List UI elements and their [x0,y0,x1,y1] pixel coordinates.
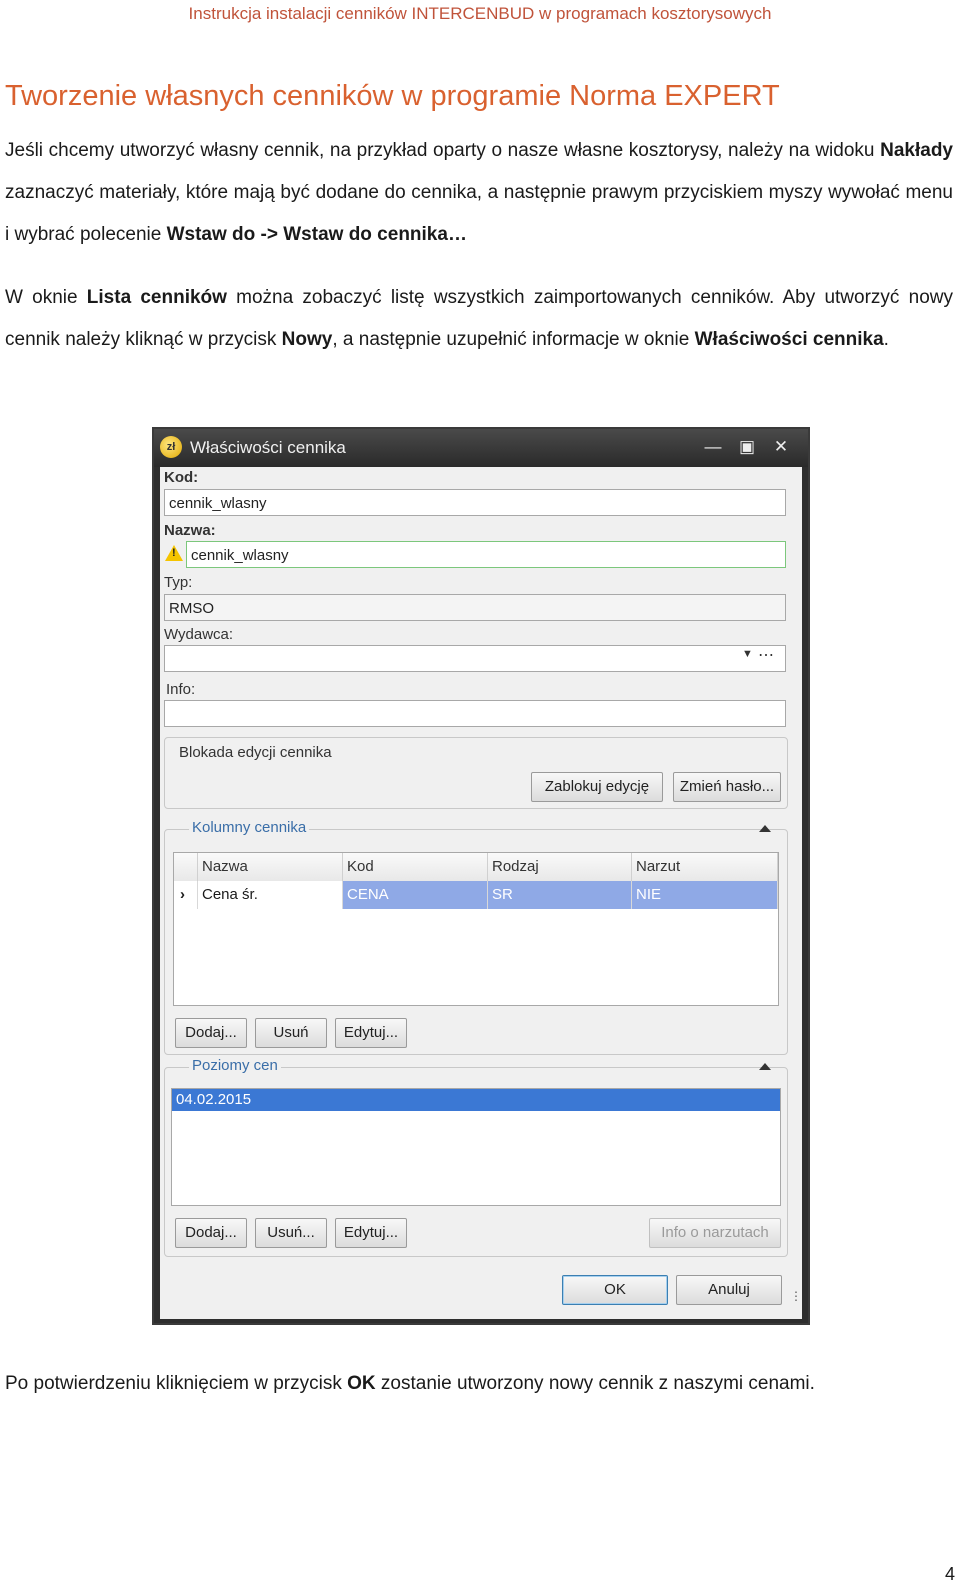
lock-group: Blokada edycji cennika Zablokuj edycję Z… [164,737,788,809]
price-levels-list: 04.02.2015 [171,1088,781,1206]
lock-edit-button[interactable]: Zablokuj edycję [531,772,663,802]
minimize-icon[interactable]: — [700,435,726,459]
column-add-button[interactable]: Dodaj... [175,1018,247,1048]
ok-button[interactable]: OK [562,1275,668,1305]
typ-field[interactable]: RMSO [164,594,786,621]
dialog-titlebar: zł Właściwości cennika — ▣ ✕ [154,429,808,467]
column-header[interactable]: Nazwa [198,853,343,881]
info-field[interactable] [164,700,786,727]
nazwa-label: Nazwa: [164,522,216,539]
paragraph-3: Po potwierdzeniu kliknięciem w przycisk … [5,1373,815,1394]
columns-grid: Nazwa Kod Rodzaj Narzut › Cena śr. CENA … [173,852,779,1006]
level-remove-button[interactable]: Usuń... [255,1218,327,1248]
cancel-button[interactable]: Anuluj [676,1275,782,1305]
dropdown-arrow-icon[interactable]: ▼ [742,648,753,660]
ellipsis-icon[interactable]: ⋯ [758,645,774,665]
change-password-button[interactable]: Zmień hasło... [673,772,781,802]
lock-group-title: Blokada edycji cennika [179,744,332,761]
column-header[interactable]: Kod [343,853,488,881]
kod-label: Kod: [164,469,199,486]
close-icon[interactable]: ✕ [768,435,794,459]
paragraph-1: Jeśli chcemy utworzyć własny cennik, na … [5,140,953,245]
dialog-title: Właściwości cennika [190,438,346,457]
columns-group: Kolumny cennika Nazwa Kod Rodzaj Narzut … [164,819,788,1055]
collapse-levels-icon[interactable] [759,1063,771,1070]
info-label: Info: [166,681,196,698]
resize-grip-icon[interactable]: ⋮ [790,1290,802,1302]
kod-field[interactable]: cennik_wlasny [164,489,786,516]
column-remove-button[interactable]: Usuń [255,1018,327,1048]
page-number: 4 [945,1564,956,1584]
table-cell[interactable]: Cena śr. [198,881,343,909]
list-item[interactable]: 04.02.2015 [172,1089,780,1111]
level-add-button[interactable]: Dodaj... [175,1218,247,1248]
table-cell[interactable]: SR [488,881,632,909]
price-levels-group: Poziomy cen 04.02.2015 Dodaj... Usuń... … [164,1057,788,1257]
dialog-body: Kod: cennik_wlasny Nazwa: ! cennik_wlasn… [160,467,802,1319]
collapse-columns-icon[interactable] [759,825,771,832]
row-pointer-icon: › [174,881,198,909]
column-header[interactable]: Narzut [632,853,778,881]
column-header[interactable]: Rodzaj [488,853,632,881]
section-title: Tworzenie własnych cenników w programie … [5,80,780,112]
table-cell[interactable]: CENA [343,881,488,909]
maximize-icon[interactable]: ▣ [734,435,760,459]
app-logo-icon: zł [160,436,182,458]
row-header-corner [174,853,198,881]
page-header: Instrukcja instalacji cenników INTERCENB… [188,4,772,23]
warning-icon: ! [165,545,183,561]
price-levels-group-title: Poziomy cen [189,1057,281,1074]
wydawca-label: Wydawca: [164,626,234,643]
table-cell[interactable]: NIE [632,881,778,909]
columns-group-title: Kolumny cennika [189,819,310,836]
nazwa-field[interactable]: cennik_wlasny [186,541,786,568]
wydawca-select[interactable] [164,645,786,672]
markup-info-button[interactable]: Info o narzutach [649,1218,781,1248]
typ-label: Typ: [164,574,193,591]
paragraph-2: W oknie Lista cenników można zobaczyć li… [5,287,953,350]
dialog-screenshot: zł Właściwości cennika — ▣ ✕ Kod: cennik… [152,427,810,1325]
column-edit-button[interactable]: Edytuj... [335,1018,407,1048]
level-edit-button[interactable]: Edytuj... [335,1218,407,1248]
